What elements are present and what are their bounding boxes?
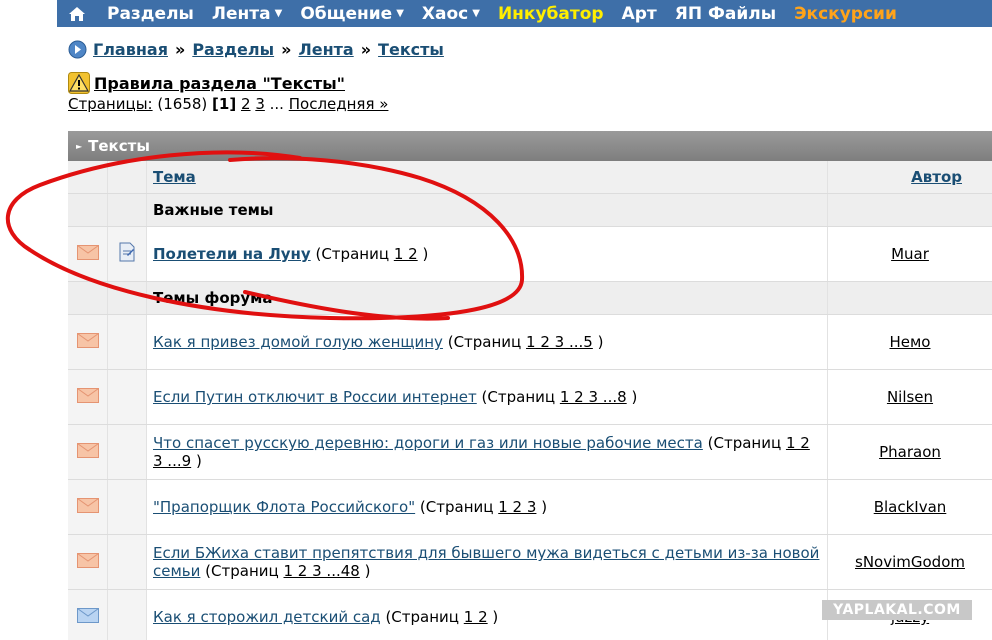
site-watermark: YAPLAKAL.COM	[822, 600, 972, 620]
section-header: ► Тексты	[68, 131, 992, 161]
breadcrumb-sections[interactable]: Разделы	[192, 40, 274, 59]
document-pin-icon	[118, 242, 136, 266]
pages-suffix: )	[631, 388, 638, 406]
chevron-down-icon: ▼	[274, 7, 283, 19]
group-important-row: Важные темы	[68, 194, 992, 227]
page-current: [1]	[212, 95, 237, 113]
page-last-link[interactable]: Последняя »	[289, 95, 389, 113]
pagination: Страницы: (1658) [1] 2 3 ... Последняя »	[68, 95, 388, 113]
envelope-icon	[76, 607, 99, 627]
topic-cell: Если БЖиха ставит препятствия для бывшег…	[153, 544, 821, 580]
arrow-circle-icon	[68, 40, 87, 59]
section-rules: Правила раздела "Тексты"	[68, 72, 345, 94]
nav-item-sections[interactable]: Разделы	[107, 4, 194, 24]
nav-item-excursions[interactable]: Экскурсии	[794, 4, 897, 24]
top-navigation: Разделы Лента ▼ Общение ▼ Хаос ▼ Инкубатор …	[57, 0, 992, 27]
nav-item-incubator[interactable]: Инкубатор	[498, 4, 604, 24]
pages-suffix: )	[422, 245, 429, 263]
breadcrumb-separator: »	[174, 40, 186, 59]
pages-suffix: )	[364, 562, 371, 580]
chevron-down-icon: ▼	[472, 7, 480, 19]
pages-suffix: )	[195, 452, 202, 470]
author-link[interactable]: Nilsen	[887, 388, 933, 406]
table-row: "Прапорщик Флота Российского" (Страниц 1…	[68, 480, 992, 535]
nav-item-feed[interactable]: Лента ▼	[212, 4, 282, 24]
column-author-sort[interactable]: Автор	[911, 168, 962, 186]
topic-title-link[interactable]: Если Путин отключит в России интернет	[153, 388, 477, 406]
pages-prefix: (Страниц	[205, 562, 279, 580]
topic-cell: Как я сторожил детский сад (Страниц 1 2 …	[153, 608, 498, 626]
pages-label[interactable]: Страницы:	[68, 95, 153, 113]
topics-table: ► Тексты Тема Автор Важные темы Полетели…	[68, 131, 992, 640]
author-link[interactable]: Pharaon	[879, 443, 941, 461]
pages-suffix: )	[541, 498, 548, 516]
pages-prefix: (Страниц	[385, 608, 459, 626]
topic-title-link[interactable]: Что спасет русскую деревню: дороги и газ…	[153, 434, 703, 452]
topic-pages-link[interactable]: 1 2	[394, 245, 418, 263]
author-link[interactable]: Muar	[891, 245, 929, 263]
topic-title-link[interactable]: Как я сторожил детский сад	[153, 608, 381, 626]
rules-link[interactable]: Правила раздела "Тексты"	[94, 74, 345, 93]
topic-cell: Как я привез домой голую женщину (Страни…	[153, 333, 603, 351]
envelope-icon	[76, 332, 99, 352]
page-2-link[interactable]: 2	[241, 95, 251, 113]
pages-prefix: (Страниц	[447, 333, 522, 351]
topic-cell: "Прапорщик Флота Российского" (Страниц 1…	[153, 498, 547, 516]
topic-pages-link[interactable]: 1 2 3 ...5	[526, 333, 593, 351]
nav-item-communication[interactable]: Общение ▼	[300, 4, 404, 24]
topic-cell: Что спасет русскую деревню: дороги и газ…	[153, 434, 821, 470]
section-title: Тексты	[88, 137, 150, 155]
group-important-label: Важные темы	[147, 194, 828, 226]
pages-suffix: )	[597, 333, 604, 351]
pages-count: (1658)	[157, 95, 208, 113]
nav-item-chaos[interactable]: Хаос ▼	[422, 4, 480, 24]
pages-prefix: (Страниц	[315, 245, 390, 263]
topic-pages-link[interactable]: 1 2	[464, 608, 488, 626]
topic-title-link[interactable]: Полетели на Луну	[153, 245, 311, 263]
breadcrumb: Главная » Разделы » Лента » Тексты	[68, 40, 444, 59]
pages-prefix: (Страниц	[419, 498, 494, 516]
breadcrumb-home[interactable]: Главная	[93, 40, 168, 59]
triangle-right-icon: ►	[76, 141, 83, 151]
topic-title-link[interactable]: Как я привез домой голую женщину	[153, 333, 443, 351]
topic-pages-link[interactable]: 1 2 3 ...8	[560, 388, 627, 406]
breadcrumb-separator: »	[360, 40, 372, 59]
topic-pages-link[interactable]: 1 2 3	[498, 498, 536, 516]
topic-cell: Полетели на Луну (Страниц 1 2 )	[153, 245, 428, 263]
breadcrumb-feed[interactable]: Лента	[298, 40, 353, 59]
group-forum-row: Темы форума	[68, 282, 992, 315]
topic-title-link[interactable]: "Прапорщик Флота Российского"	[153, 498, 415, 516]
nav-item-files[interactable]: ЯП Файлы	[675, 4, 776, 24]
pages-prefix: (Страниц	[707, 434, 782, 452]
page-3-link[interactable]: 3	[255, 95, 265, 113]
nav-item-art[interactable]: Арт	[622, 4, 657, 24]
pages-suffix: )	[492, 608, 499, 626]
table-row: Полетели на Луну (Страниц 1 2 ) Muar	[68, 227, 992, 282]
table-row: Как я привез домой голую женщину (Страни…	[68, 315, 992, 370]
topic-pages-link[interactable]: 1 2 3 ...48	[284, 562, 360, 580]
author-link[interactable]: sNovimGodom	[855, 553, 965, 571]
envelope-icon	[76, 244, 99, 264]
home-icon[interactable]	[67, 4, 87, 24]
envelope-icon	[76, 387, 99, 407]
author-link[interactable]: BlackIvan	[874, 498, 947, 516]
envelope-icon	[76, 497, 99, 517]
group-forum-label: Темы форума	[147, 282, 828, 314]
warning-icon	[68, 72, 90, 94]
table-row: Если Путин отключит в России интернет (С…	[68, 370, 992, 425]
breadcrumb-separator: »	[281, 40, 292, 59]
table-row: Если БЖиха ставит препятствия для бывшег…	[68, 535, 992, 590]
topic-cell: Если Путин отключит в России интернет (С…	[153, 388, 637, 406]
chevron-down-icon: ▼	[396, 7, 404, 19]
table-row: Что спасет русскую деревню: дороги и газ…	[68, 425, 992, 480]
table-header-row: Тема Автор	[68, 161, 992, 194]
envelope-icon	[76, 552, 99, 572]
author-link[interactable]: Немо	[889, 333, 930, 351]
breadcrumb-texts[interactable]: Тексты	[378, 40, 444, 59]
column-topic-sort[interactable]: Тема	[153, 168, 196, 186]
pages-prefix: (Страниц	[481, 388, 556, 406]
envelope-icon	[76, 442, 99, 462]
pages-ellipsis: ...	[269, 95, 284, 113]
